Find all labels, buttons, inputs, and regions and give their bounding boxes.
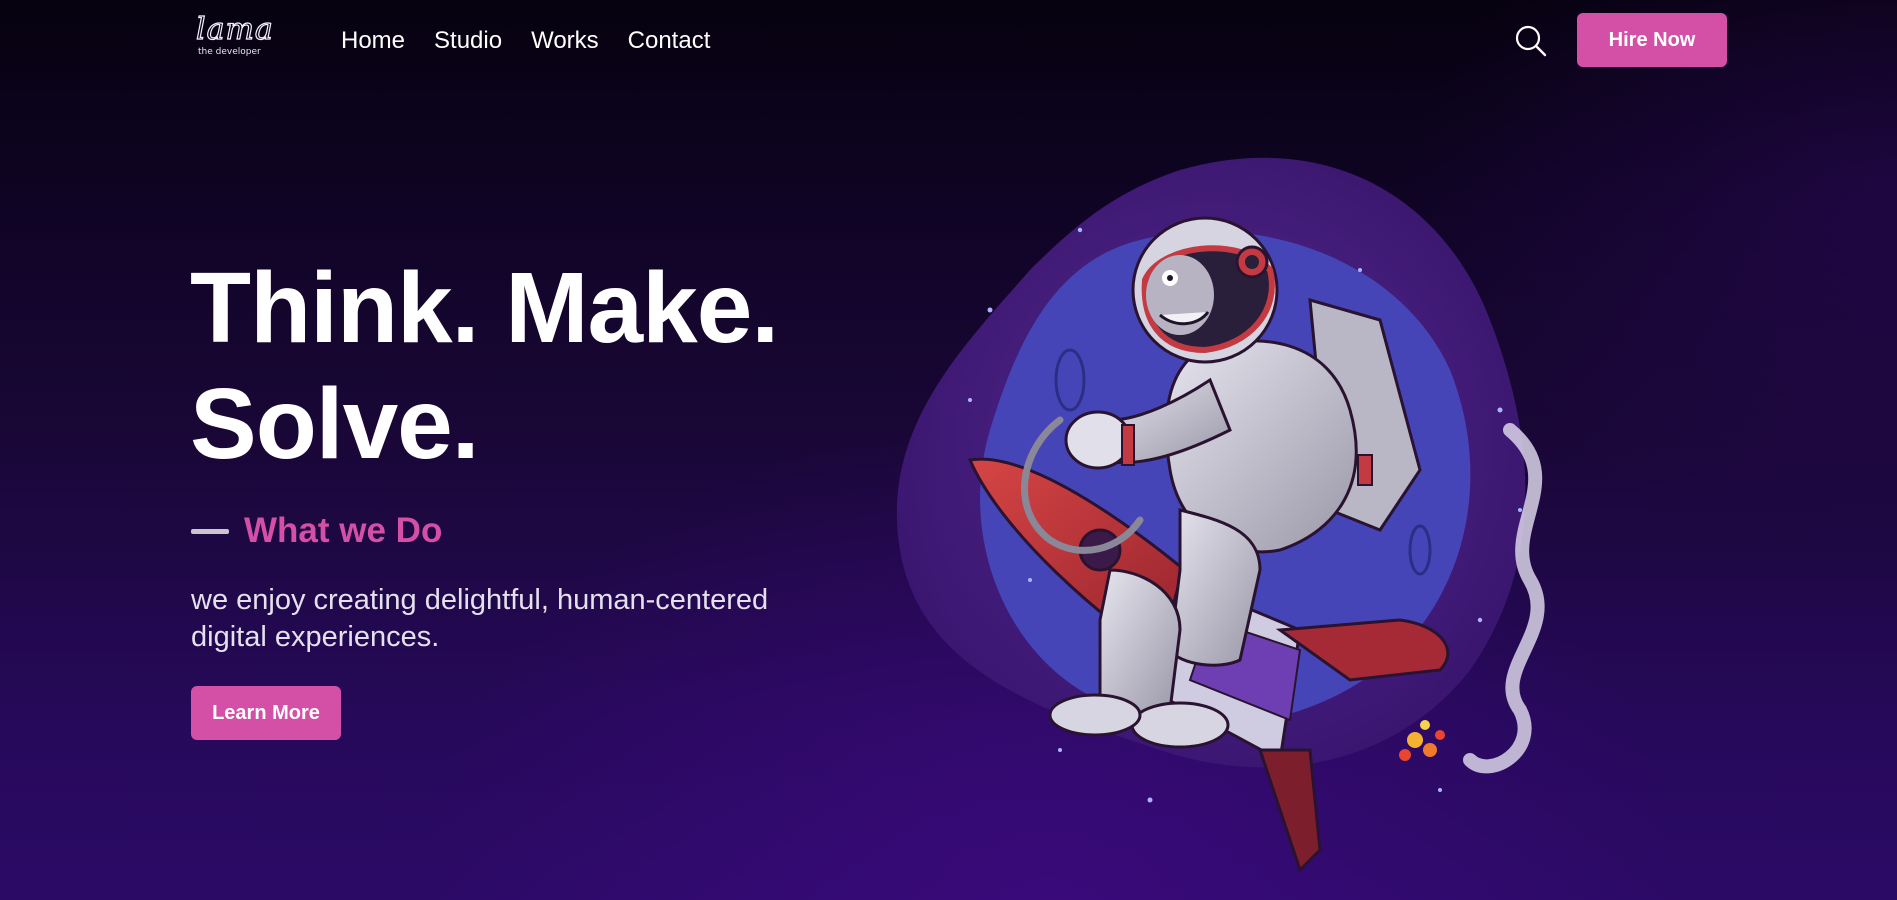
hero-description: we enjoy creating delightful, human-cent… <box>191 584 769 653</box>
astronaut-rocket-illustration <box>880 150 1600 890</box>
nav-link-works[interactable]: Works <box>531 26 599 56</box>
nav-link-home[interactable]: Home <box>341 26 405 56</box>
brand-logo[interactable]: lama the developer <box>192 11 274 60</box>
logo-tagline: the developer <box>198 47 261 57</box>
hero-title: Think. Make. Solve. <box>190 250 779 482</box>
logo-script-text: lama <box>195 11 274 47</box>
main-nav: Home Studio Works Contact <box>341 26 739 56</box>
eyebrow-dash <box>191 528 229 534</box>
learn-more-button[interactable]: Learn More <box>191 686 341 740</box>
eyebrow-label: What we Do <box>244 511 443 550</box>
nav-link-studio[interactable]: Studio <box>434 26 502 56</box>
nav-link-contact[interactable]: Contact <box>628 26 711 56</box>
hero-title-line-1: Think. Make. <box>190 252 779 364</box>
hire-now-button[interactable]: Hire Now <box>1577 13 1727 67</box>
search-icon[interactable] <box>1514 24 1548 58</box>
section-eyebrow: What we Do <box>191 510 442 552</box>
hero-title-line-2: Solve. <box>190 368 480 480</box>
top-navbar: lama the developer Home Studio Works Con… <box>0 0 1897 80</box>
